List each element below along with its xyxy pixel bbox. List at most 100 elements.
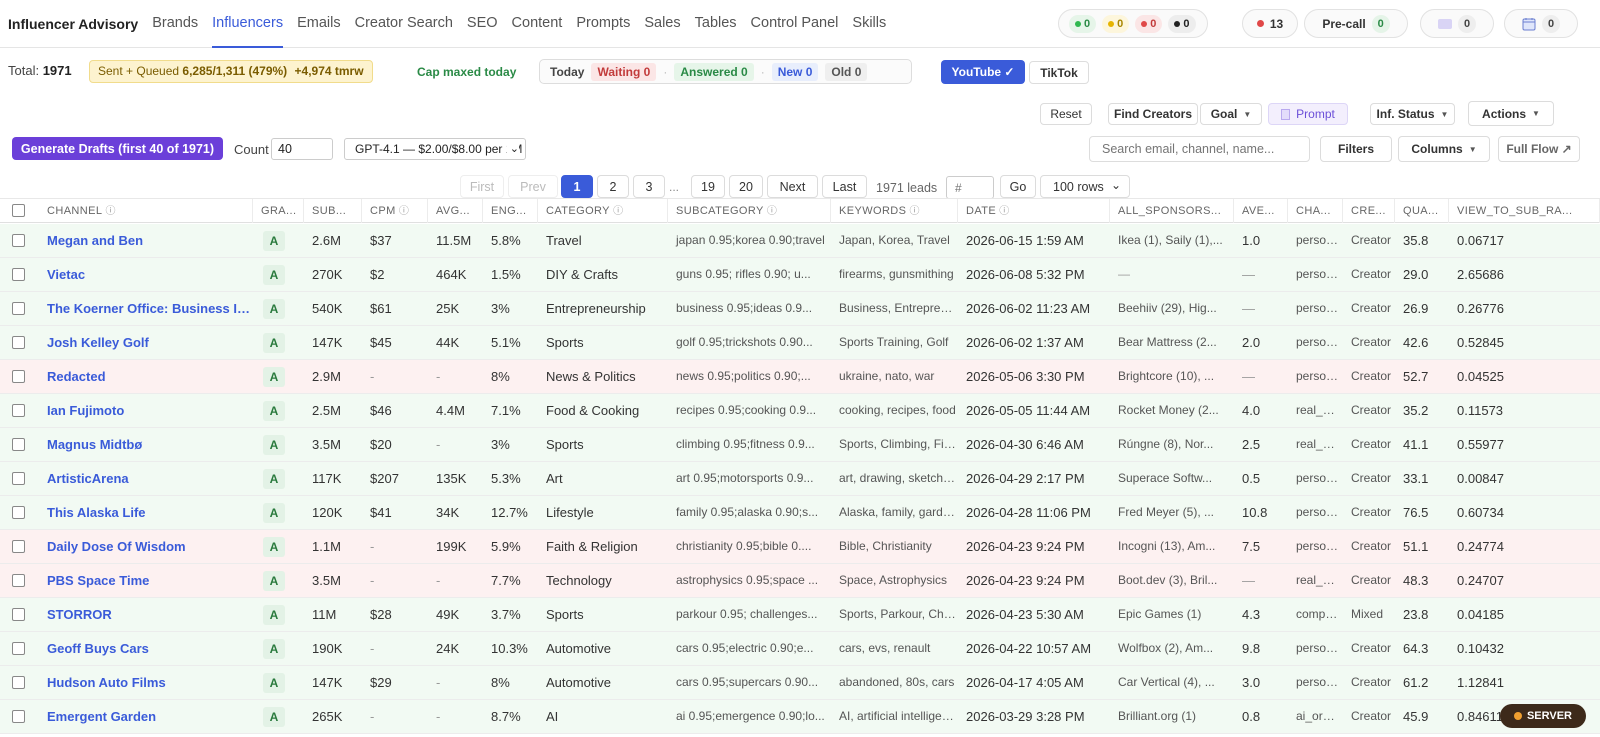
channel-link[interactable]: Hudson Auto Films <box>39 666 251 699</box>
youtube-toggle[interactable]: YouTube ✓ <box>941 60 1025 84</box>
row-checkbox[interactable] <box>12 268 25 281</box>
channel-link[interactable]: Ian Fujimoto <box>39 394 251 427</box>
status-yellow-chip[interactable]: 0 <box>1102 14 1130 33</box>
filters-button[interactable]: Filters <box>1320 136 1392 162</box>
nav-prompts[interactable]: Prompts <box>576 0 630 48</box>
table-row[interactable]: This Alaska Life A 120K $41 34K 12.7% Lifestyl… <box>0 496 1600 530</box>
table-row[interactable]: PBS Space Time A 3.5M - - 7.7% Technology astro… <box>0 564 1600 598</box>
count-input[interactable] <box>271 138 333 160</box>
nav-tables[interactable]: Tables <box>695 0 737 48</box>
table-row[interactable]: Magnus Midtbø A 3.5M $20 - 3% Sports climbing 0… <box>0 428 1600 462</box>
alerts-pill[interactable]: 13 <box>1242 9 1298 38</box>
table-row[interactable]: Megan and Ben A 2.6M $37 11.5M 5.8% Travel japa… <box>0 224 1600 258</box>
next-page-button[interactable]: Next <box>767 175 818 198</box>
table-row[interactable]: Emergent Garden A 265K - - 8.7% AI ai 0.95;emer… <box>0 700 1600 734</box>
nav-control-panel[interactable]: Control Panel <box>751 0 839 48</box>
status-red-chip[interactable]: 0 <box>1135 14 1163 33</box>
table-row[interactable]: Hudson Auto Films A 147K $29 - 8% Automotive ca… <box>0 666 1600 700</box>
nav-skills[interactable]: Skills <box>852 0 886 48</box>
today-filter[interactable]: Today <box>550 65 584 79</box>
column-header[interactable]: AVE... <box>1234 199 1288 223</box>
table-row[interactable]: STORROR A 11M $28 49K 3.7% Sports parkour 0.95;… <box>0 598 1600 632</box>
column-header[interactable]: CRE... <box>1343 199 1395 223</box>
channel-link[interactable]: Magnus Midtbø <box>39 428 251 461</box>
go-button[interactable]: Go <box>1000 175 1036 198</box>
waiting-filter[interactable]: Waiting 0 <box>591 62 657 81</box>
row-checkbox[interactable] <box>12 438 25 451</box>
column-header[interactable]: CPM ⓘ <box>362 199 428 223</box>
channel-link[interactable]: Daily Dose Of Wisdom <box>39 530 251 563</box>
precall-pill[interactable]: Pre-call 0 <box>1304 9 1408 38</box>
table-row[interactable]: Geoff Buys Cars A 190K - 24K 10.3% Automotive c… <box>0 632 1600 666</box>
column-header[interactable]: ALL_SPONSORS... <box>1110 199 1234 223</box>
table-row[interactable]: Daily Dose Of Wisdom A 1.1M - 199K 5.9% Faith … <box>0 530 1600 564</box>
column-header[interactable]: QUA... <box>1395 199 1449 223</box>
channel-link[interactable]: Redacted <box>39 360 251 393</box>
full-flow-button[interactable]: Full Flow ↗ <box>1498 136 1580 162</box>
column-header[interactable]: CHANNEL ⓘ <box>39 199 253 223</box>
status-black-chip[interactable]: 0 <box>1168 14 1196 33</box>
new-filter[interactable]: New 0 <box>771 62 819 81</box>
page-3-button[interactable]: 3 <box>633 175 665 198</box>
table-row[interactable]: The Koerner Office: Business Ideas A 540K $… <box>0 292 1600 326</box>
nav-influencers[interactable]: Influencers <box>212 0 284 48</box>
table-row[interactable]: Vietac A 270K $2 464K 1.5% DIY & Crafts guns 0.… <box>0 258 1600 292</box>
status-dots-group[interactable]: 0 0 0 0 <box>1058 9 1208 38</box>
column-header[interactable]: GRA... <box>253 199 304 223</box>
table-row[interactable]: Ian Fujimoto A 2.5M $46 4.4M 7.1% Food & Cooki… <box>0 394 1600 428</box>
nav-brands[interactable]: Brands <box>152 0 198 48</box>
column-header[interactable]: KEYWORDS ⓘ <box>831 199 958 223</box>
column-header[interactable]: SUB... <box>304 199 362 223</box>
row-checkbox[interactable] <box>12 370 25 383</box>
nav-creator-search[interactable]: Creator Search <box>355 0 453 48</box>
row-checkbox[interactable] <box>12 642 25 655</box>
answered-filter[interactable]: Answered 0 <box>674 62 754 81</box>
column-header[interactable]: CATEGORY ⓘ <box>538 199 668 223</box>
column-header[interactable]: DATE ⓘ <box>958 199 1110 223</box>
goto-page-input[interactable] <box>946 176 994 199</box>
channel-link[interactable]: Geoff Buys Cars <box>39 632 251 665</box>
row-checkbox[interactable] <box>12 302 25 315</box>
prompt-button[interactable]: Prompt <box>1268 103 1348 125</box>
channel-link[interactable]: STORROR <box>39 598 251 631</box>
page-2-button[interactable]: 2 <box>597 175 629 198</box>
app-brand[interactable]: Influencer Advisory <box>8 16 138 32</box>
tiktok-toggle[interactable]: TikTok <box>1029 61 1089 84</box>
page-19-button[interactable]: 19 <box>691 175 725 198</box>
nav-seo[interactable]: SEO <box>467 0 498 48</box>
column-header[interactable]: VIEW_TO_SUB_RA... <box>1449 199 1600 223</box>
goal-dropdown[interactable]: Goal ▼ <box>1200 103 1262 125</box>
old-filter[interactable]: Old 0 <box>825 62 868 81</box>
column-header[interactable]: CHA... <box>1288 199 1343 223</box>
channel-link[interactable]: PBS Space Time <box>39 564 251 597</box>
row-checkbox[interactable] <box>12 336 25 349</box>
channel-link[interactable]: Josh Kelley Golf <box>39 326 251 359</box>
nav-content[interactable]: Content <box>512 0 563 48</box>
row-checkbox[interactable] <box>12 234 25 247</box>
row-checkbox[interactable] <box>12 676 25 689</box>
row-checkbox[interactable] <box>12 574 25 587</box>
rows-per-page-select[interactable]: 100 rows ⌄ <box>1040 175 1130 198</box>
row-checkbox[interactable] <box>12 506 25 519</box>
channel-link[interactable]: Emergent Garden <box>39 700 251 733</box>
find-creators-button[interactable]: Find Creators <box>1108 103 1198 125</box>
column-header[interactable]: AVG... <box>428 199 483 223</box>
reset-button[interactable]: Reset <box>1040 103 1092 125</box>
page-1-button[interactable]: 1 <box>561 175 593 198</box>
row-checkbox[interactable] <box>12 608 25 621</box>
row-checkbox[interactable] <box>12 472 25 485</box>
channel-link[interactable]: Vietac <box>39 258 251 291</box>
table-row[interactable]: Redacted A 2.9M - - 8% News & Politics news 0.9… <box>0 360 1600 394</box>
model-select[interactable]: GPT-4.1 — $2.00/$8.00 per 1M ⌄ <box>344 138 526 160</box>
nav-emails[interactable]: Emails <box>297 0 341 48</box>
calendar-pill[interactable]: 0 <box>1504 9 1578 38</box>
status-green-chip[interactable]: 0 <box>1069 14 1097 33</box>
inf-status-dropdown[interactable]: Inf. Status ▼ <box>1370 103 1455 125</box>
prev-page-button[interactable]: Prev <box>508 175 558 198</box>
channel-link[interactable]: ArtisticArena <box>39 462 251 495</box>
nav-sales[interactable]: Sales <box>644 0 680 48</box>
row-checkbox[interactable] <box>12 404 25 417</box>
inbox-pill[interactable]: 0 <box>1420 9 1494 38</box>
server-status-badge[interactable]: SERVER <box>1500 704 1586 728</box>
channel-link[interactable]: This Alaska Life <box>39 496 251 529</box>
